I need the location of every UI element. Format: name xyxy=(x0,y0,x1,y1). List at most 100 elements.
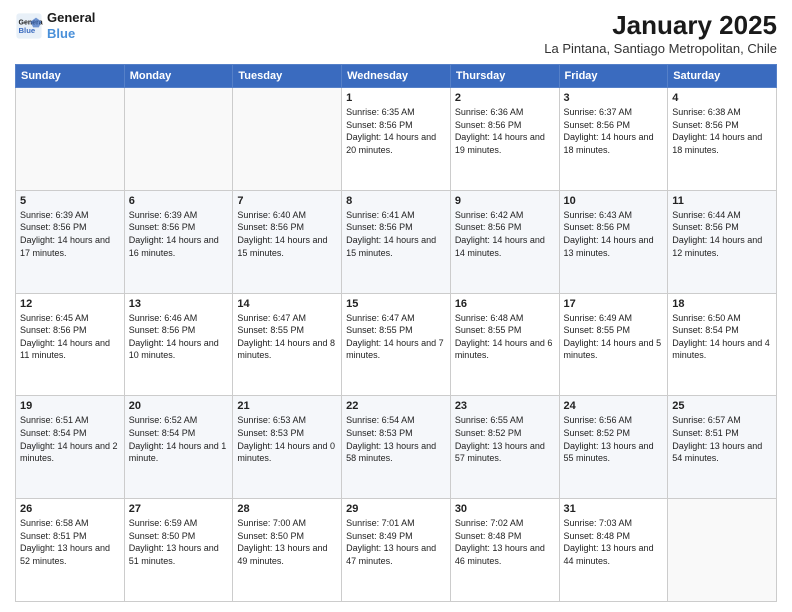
week-row-1: 5 Sunrise: 6:39 AM Sunset: 8:56 PM Daylig… xyxy=(16,190,777,293)
day-cell: 23 Sunrise: 6:55 AM Sunset: 8:52 PM Dayli… xyxy=(450,396,559,499)
day-info: Sunrise: 7:03 AM Sunset: 8:48 PM Dayligh… xyxy=(564,517,664,567)
day-number: 21 xyxy=(237,400,337,412)
day-cell: 16 Sunrise: 6:48 AM Sunset: 8:55 PM Dayli… xyxy=(450,293,559,396)
page: General Blue General Blue January 2025 L… xyxy=(0,0,792,612)
day-number: 1 xyxy=(346,92,446,104)
day-cell: 12 Sunrise: 6:45 AM Sunset: 8:56 PM Dayli… xyxy=(16,293,125,396)
day-info: Sunrise: 6:55 AM Sunset: 8:52 PM Dayligh… xyxy=(455,414,555,464)
day-cell xyxy=(668,499,777,602)
day-cell: 24Sunrise: 6:56 AM Sunset: 8:52 PM Dayli… xyxy=(559,396,668,499)
day-cell: 5Sunrise: 6:39 AM Sunset: 8:56 PM Daylig… xyxy=(16,190,125,293)
day-cell xyxy=(233,88,342,191)
day-cell: 3Sunrise: 6:37 AM Sunset: 8:56 PM Daylig… xyxy=(559,88,668,191)
day-header-sunday: Sunday xyxy=(16,65,125,88)
day-cell xyxy=(124,88,233,191)
day-cell: 31Sunrise: 7:03 AM Sunset: 8:48 PM Dayli… xyxy=(559,499,668,602)
day-info: Sunrise: 6:38 AM Sunset: 8:56 PM Dayligh… xyxy=(672,106,772,156)
day-cell: 27 Sunrise: 6:59 AM Sunset: 8:50 PM Dayli… xyxy=(124,499,233,602)
day-cell: 4 Sunrise: 6:38 AM Sunset: 8:56 PM Daylig… xyxy=(668,88,777,191)
day-cell: 14 Sunrise: 6:47 AM Sunset: 8:55 PM Dayli… xyxy=(233,293,342,396)
day-header-monday: Monday xyxy=(124,65,233,88)
day-number: 8 xyxy=(346,195,446,207)
day-cell: 30 Sunrise: 7:02 AM Sunset: 8:48 PM Dayli… xyxy=(450,499,559,602)
day-info: Sunrise: 6:42 AM Sunset: 8:56 PM Dayligh… xyxy=(455,209,555,259)
day-number: 13 xyxy=(129,298,229,310)
week-row-0: 1 Sunrise: 6:35 AM Sunset: 8:56 PM Daylig… xyxy=(16,88,777,191)
day-info: Sunrise: 6:41 AM Sunset: 8:56 PM Dayligh… xyxy=(346,209,446,259)
day-number: 26 xyxy=(20,503,120,515)
day-cell: 17 Sunrise: 6:49 AM Sunset: 8:55 PM Dayli… xyxy=(559,293,668,396)
day-number: 7 xyxy=(237,195,337,207)
day-info: Sunrise: 7:01 AM Sunset: 8:49 PM Dayligh… xyxy=(346,517,446,567)
day-info: Sunrise: 6:54 AM Sunset: 8:53 PM Dayligh… xyxy=(346,414,446,464)
day-number: 9 xyxy=(455,195,555,207)
day-info: Sunrise: 6:53 AM Sunset: 8:53 PM Dayligh… xyxy=(237,414,337,464)
title-block: January 2025 La Pintana, Santiago Metrop… xyxy=(544,10,777,56)
day-number: 10 xyxy=(564,195,664,207)
day-number: 11 xyxy=(672,195,772,207)
day-cell: 28 Sunrise: 7:00 AM Sunset: 8:50 PM Dayli… xyxy=(233,499,342,602)
day-cell: 18Sunrise: 6:50 AM Sunset: 8:54 PM Dayli… xyxy=(668,293,777,396)
day-info: Sunrise: 6:58 AM Sunset: 8:51 PM Dayligh… xyxy=(20,517,120,567)
day-number: 23 xyxy=(455,400,555,412)
day-cell: 20Sunrise: 6:52 AM Sunset: 8:54 PM Dayli… xyxy=(124,396,233,499)
logo-text: General Blue xyxy=(47,10,95,41)
day-info: Sunrise: 6:43 AM Sunset: 8:56 PM Dayligh… xyxy=(564,209,664,259)
day-number: 4 xyxy=(672,92,772,104)
day-info: Sunrise: 6:44 AM Sunset: 8:56 PM Dayligh… xyxy=(672,209,772,259)
day-cell: 1 Sunrise: 6:35 AM Sunset: 8:56 PM Daylig… xyxy=(342,88,451,191)
day-info: Sunrise: 6:52 AM Sunset: 8:54 PM Dayligh… xyxy=(129,414,229,464)
day-cell: 10 Sunrise: 6:43 AM Sunset: 8:56 PM Dayli… xyxy=(559,190,668,293)
day-info: Sunrise: 6:59 AM Sunset: 8:50 PM Dayligh… xyxy=(129,517,229,567)
calendar-table: SundayMondayTuesdayWednesdayThursdayFrid… xyxy=(15,64,777,602)
day-number: 24 xyxy=(564,400,664,412)
day-number: 15 xyxy=(346,298,446,310)
day-info: Sunrise: 6:47 AM Sunset: 8:55 PM Dayligh… xyxy=(346,312,446,362)
day-info: Sunrise: 6:40 AM Sunset: 8:56 PM Dayligh… xyxy=(237,209,337,259)
day-info: Sunrise: 6:47 AM Sunset: 8:55 PM Dayligh… xyxy=(237,312,337,362)
day-cell: 9 Sunrise: 6:42 AM Sunset: 8:56 PM Daylig… xyxy=(450,190,559,293)
week-row-3: 19 Sunrise: 6:51 AM Sunset: 8:54 PM Dayli… xyxy=(16,396,777,499)
day-number: 16 xyxy=(455,298,555,310)
day-number: 27 xyxy=(129,503,229,515)
day-header-row: SundayMondayTuesdayWednesdayThursdayFrid… xyxy=(16,65,777,88)
day-cell: 13 Sunrise: 6:46 AM Sunset: 8:56 PM Dayli… xyxy=(124,293,233,396)
calendar-title: January 2025 xyxy=(544,10,777,41)
logo: General Blue General Blue xyxy=(15,10,95,41)
day-number: 30 xyxy=(455,503,555,515)
day-info: Sunrise: 6:37 AM Sunset: 8:56 PM Dayligh… xyxy=(564,106,664,156)
day-cell: 29Sunrise: 7:01 AM Sunset: 8:49 PM Dayli… xyxy=(342,499,451,602)
day-info: Sunrise: 6:45 AM Sunset: 8:56 PM Dayligh… xyxy=(20,312,120,362)
calendar-subtitle: La Pintana, Santiago Metropolitan, Chile xyxy=(544,41,777,56)
week-row-2: 12 Sunrise: 6:45 AM Sunset: 8:56 PM Dayli… xyxy=(16,293,777,396)
day-number: 14 xyxy=(237,298,337,310)
day-info: Sunrise: 6:50 AM Sunset: 8:54 PM Dayligh… xyxy=(672,312,772,362)
day-info: Sunrise: 6:49 AM Sunset: 8:55 PM Dayligh… xyxy=(564,312,664,362)
day-number: 28 xyxy=(237,503,337,515)
day-header-wednesday: Wednesday xyxy=(342,65,451,88)
day-cell: 25Sunrise: 6:57 AM Sunset: 8:51 PM Dayli… xyxy=(668,396,777,499)
day-cell: 8 Sunrise: 6:41 AM Sunset: 8:56 PM Daylig… xyxy=(342,190,451,293)
day-number: 22 xyxy=(346,400,446,412)
day-number: 5 xyxy=(20,195,120,207)
day-info: Sunrise: 6:36 AM Sunset: 8:56 PM Dayligh… xyxy=(455,106,555,156)
day-info: Sunrise: 6:46 AM Sunset: 8:56 PM Dayligh… xyxy=(129,312,229,362)
day-info: Sunrise: 7:02 AM Sunset: 8:48 PM Dayligh… xyxy=(455,517,555,567)
day-info: Sunrise: 6:39 AM Sunset: 8:56 PM Dayligh… xyxy=(129,209,229,259)
logo-icon: General Blue xyxy=(15,12,43,40)
day-info: Sunrise: 7:00 AM Sunset: 8:50 PM Dayligh… xyxy=(237,517,337,567)
day-cell: 6Sunrise: 6:39 AM Sunset: 8:56 PM Daylig… xyxy=(124,190,233,293)
day-number: 17 xyxy=(564,298,664,310)
day-cell: 7 Sunrise: 6:40 AM Sunset: 8:56 PM Daylig… xyxy=(233,190,342,293)
day-header-thursday: Thursday xyxy=(450,65,559,88)
day-cell: 2Sunrise: 6:36 AM Sunset: 8:56 PM Daylig… xyxy=(450,88,559,191)
day-number: 12 xyxy=(20,298,120,310)
day-cell: 19 Sunrise: 6:51 AM Sunset: 8:54 PM Dayli… xyxy=(16,396,125,499)
day-cell: 11 Sunrise: 6:44 AM Sunset: 8:56 PM Dayli… xyxy=(668,190,777,293)
day-info: Sunrise: 6:35 AM Sunset: 8:56 PM Dayligh… xyxy=(346,106,446,156)
day-header-saturday: Saturday xyxy=(668,65,777,88)
day-number: 19 xyxy=(20,400,120,412)
day-info: Sunrise: 6:51 AM Sunset: 8:54 PM Dayligh… xyxy=(20,414,120,464)
day-info: Sunrise: 6:48 AM Sunset: 8:55 PM Dayligh… xyxy=(455,312,555,362)
day-info: Sunrise: 6:57 AM Sunset: 8:51 PM Dayligh… xyxy=(672,414,772,464)
